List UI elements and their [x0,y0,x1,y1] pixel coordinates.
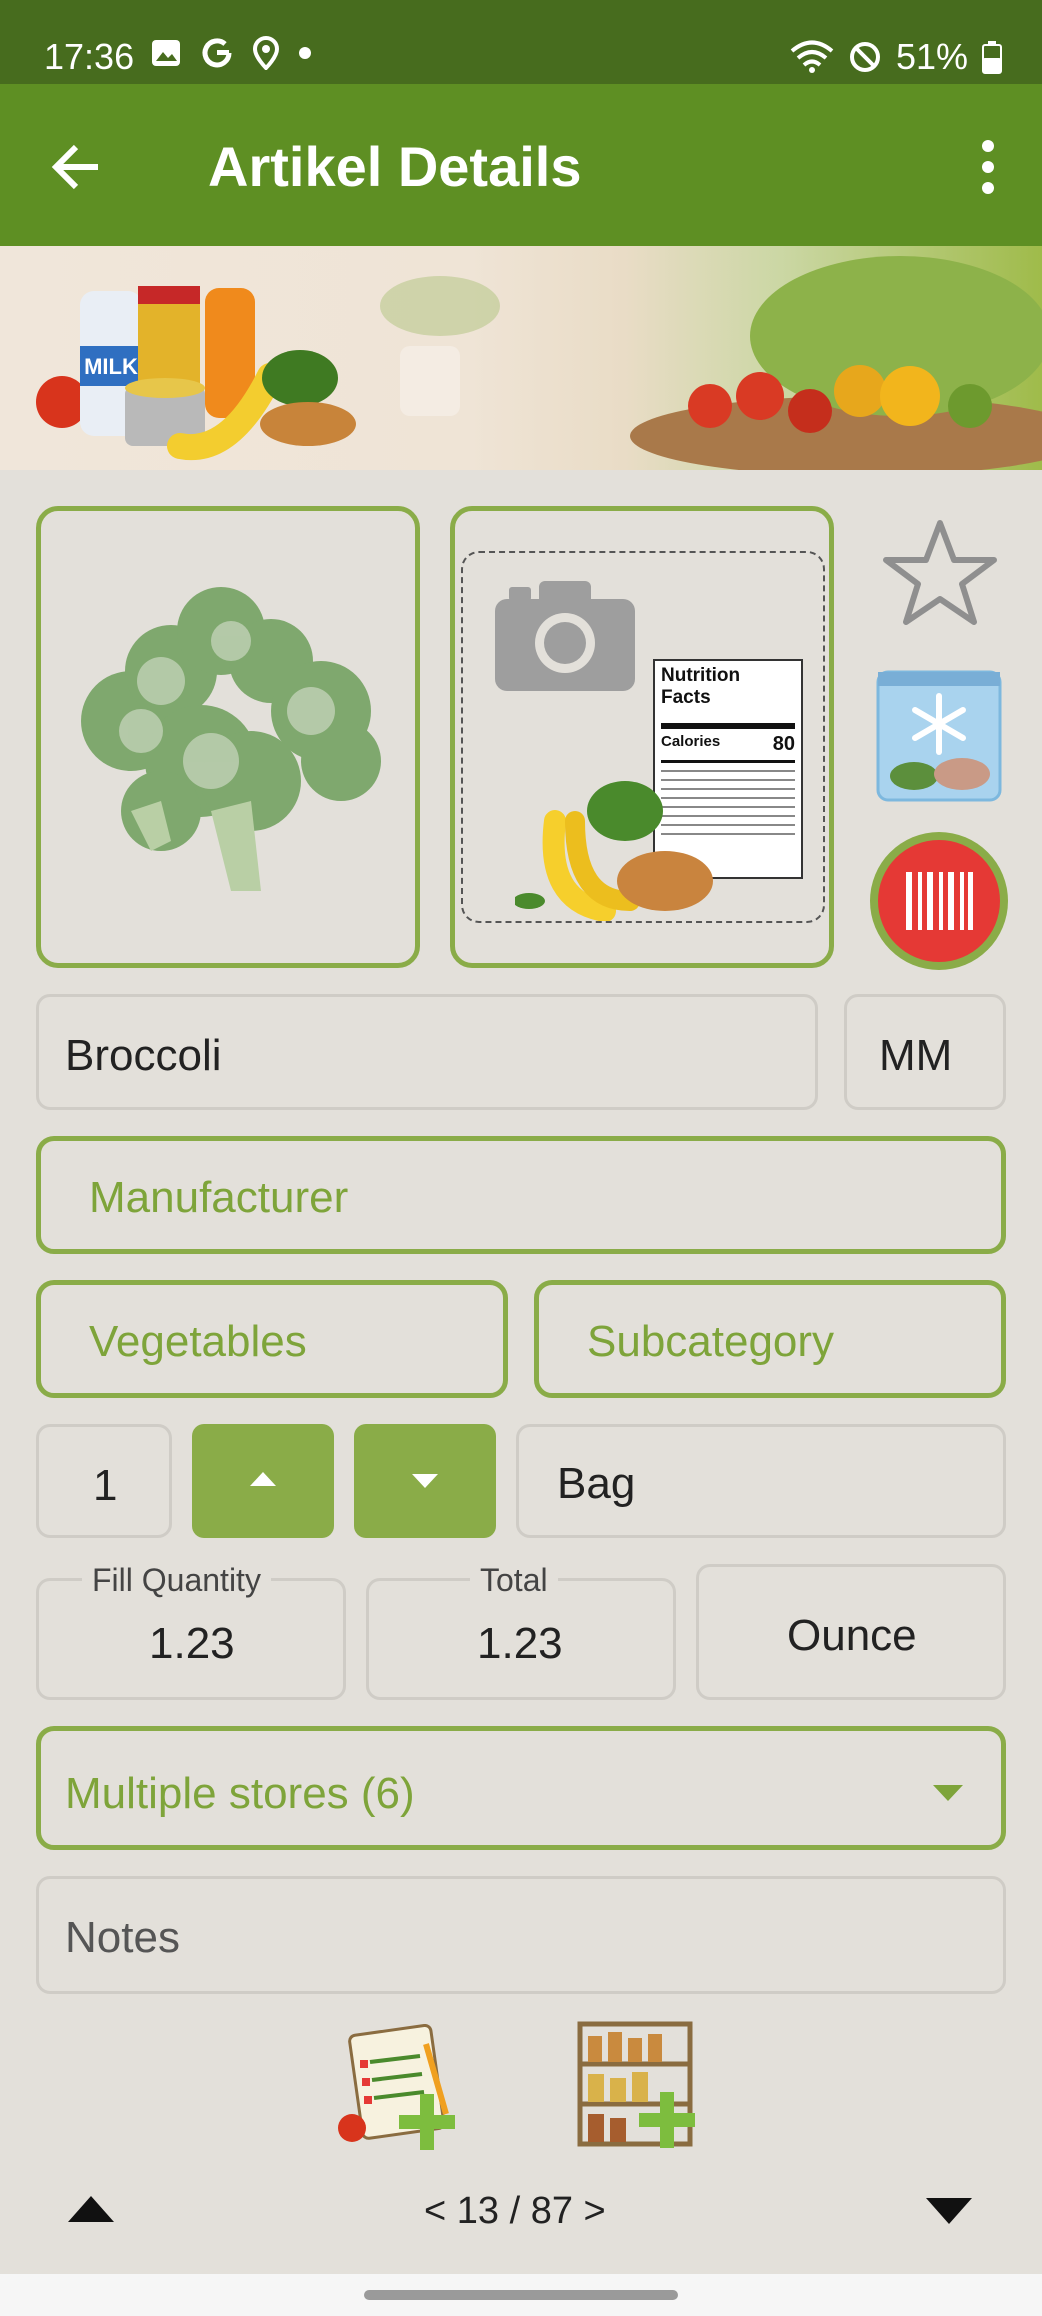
broccoli-image [81,587,381,891]
barcode-icon [906,872,973,930]
page-title: Artikel Details [208,135,582,198]
total-label: Total [470,1562,558,1599]
calories-label: Calories [661,733,721,750]
quantity-field[interactable]: 1 [36,1424,172,1538]
wifi-icon [790,40,834,73]
barcode-scan-button[interactable] [870,832,1008,970]
package-unit-field[interactable]: Bag [516,1424,1006,1538]
groceries-illustration [515,781,713,921]
item-name-field[interactable]: Broccoli [36,994,818,1110]
location-icon [252,36,280,70]
quantity-increase-button[interactable] [192,1424,334,1538]
notes-placeholder: Notes [65,1913,180,1962]
camera-icon[interactable] [495,581,635,691]
package-unit-value: Bag [557,1459,636,1508]
stores-value: Multiple stores (6) [65,1769,415,1818]
app-bar: Artikel Details [0,84,1042,246]
scroll-down-icon[interactable] [924,2196,974,2226]
freezer-bag-icon[interactable] [874,668,1004,804]
stores-dropdown[interactable]: Multiple stores (6) [36,1726,1006,1850]
item-name-value: Broccoli [65,1031,222,1080]
category-field[interactable]: Vegetables [36,1280,508,1398]
do-not-disturb-icon [849,42,880,72]
more-vert-icon[interactable] [978,140,998,194]
gallery-icon [152,40,180,66]
fill-quantity-label: Fill Quantity [82,1562,271,1599]
add-to-pantry-icon[interactable] [576,2016,706,2152]
home-gesture-handle[interactable] [364,2290,678,2300]
unit-short-field[interactable]: MM [844,994,1006,1110]
pager-indicator[interactable]: < 13 / 87 > [424,2190,606,2233]
notification-dot-icon [299,47,311,59]
total-value: 1.23 [477,1619,563,1668]
quantity-value: 1 [93,1461,118,1510]
manufacturer-field[interactable]: Manufacturer [36,1136,1006,1254]
subcategory-field[interactable]: Subcategory [534,1280,1006,1398]
chevron-down-icon [933,1785,963,1801]
status-bar: 17:36 51% [0,0,1042,84]
arrow-left-icon[interactable] [50,140,104,194]
star-outline-icon[interactable] [880,518,1000,628]
status-time: 17:36 [44,36,135,77]
quantity-decrease-button[interactable] [354,1424,496,1538]
battery-icon [982,41,1002,74]
unit-short-value: MM [879,1031,953,1080]
product-image-card[interactable] [36,506,420,968]
header-banner-image: MILK [0,246,1042,470]
manufacturer-placeholder: Manufacturer [89,1173,349,1222]
notes-field[interactable]: Notes [36,1876,1006,1994]
google-icon [202,38,232,68]
milk-label: MILK [84,354,138,379]
subcategory-placeholder: Subcategory [587,1317,835,1366]
nutrition-title: Nutrition Facts [661,665,741,708]
fill-quantity-value: 1.23 [149,1619,235,1668]
add-to-shopping-list-icon[interactable] [336,2024,466,2152]
calories-value: 80 [772,733,795,755]
category-value: Vegetables [89,1317,307,1366]
measure-unit-field[interactable]: Ounce [696,1564,1006,1700]
system-nav-bar [0,2274,1042,2316]
arrow-down-icon [412,1474,438,1488]
scroll-up-icon[interactable] [66,2194,116,2224]
arrow-up-icon [250,1472,276,1486]
measure-unit-value: Ounce [787,1611,917,1660]
battery-percent: 51% [895,36,968,77]
nutrition-image-card[interactable]: Nutrition Facts Calories 80 [450,506,834,968]
